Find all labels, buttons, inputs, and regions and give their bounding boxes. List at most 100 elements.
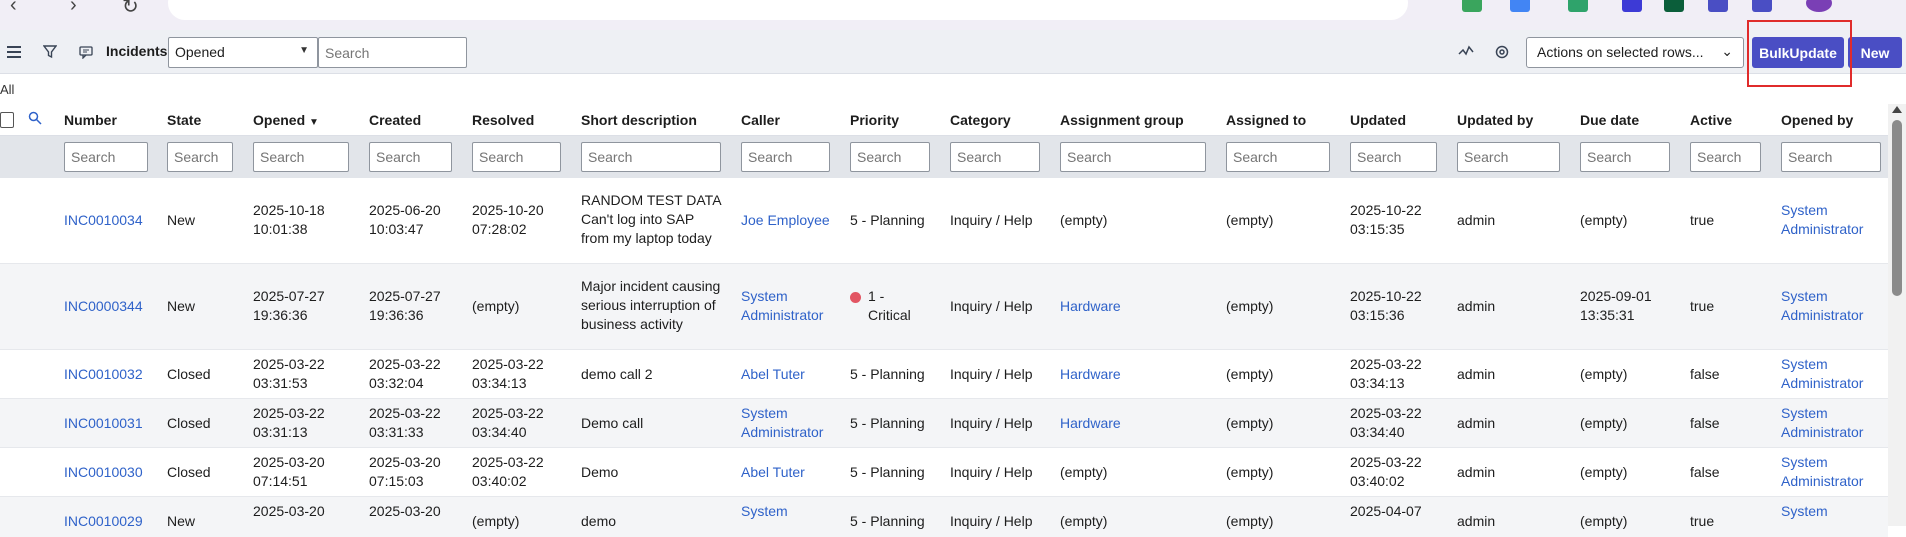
caller-link[interactable]: Abel Tuter <box>741 463 805 482</box>
vertical-scrollbar[interactable] <box>1888 104 1906 526</box>
hamburger-menu-icon[interactable] <box>2 40 26 64</box>
extension-icon[interactable] <box>1568 0 1588 12</box>
table-row[interactable]: INC0000344 New 2025-07-27 19:36:36 2025-… <box>0 264 1888 350</box>
column-header-created[interactable]: Created <box>369 112 421 128</box>
active-search-input[interactable] <box>1690 142 1761 172</box>
forward-icon[interactable]: › <box>70 0 77 17</box>
back-icon[interactable]: ‹ <box>10 0 17 17</box>
settings-gear-icon[interactable] <box>1490 40 1514 64</box>
filter-icon[interactable] <box>38 40 62 64</box>
chat-bubble-icon[interactable] <box>74 40 98 64</box>
due-date-search-input[interactable] <box>1580 142 1670 172</box>
column-header-updated-by[interactable]: Updated by <box>1457 112 1533 128</box>
category-cell: Inquiry / Help <box>950 366 1033 382</box>
assigned-to-search-input[interactable] <box>1226 142 1330 172</box>
active-cell: true <box>1690 298 1715 314</box>
created-search-input[interactable] <box>369 142 452 172</box>
extension-icon[interactable] <box>1752 0 1772 12</box>
priority-cell: 5 - Planning <box>850 464 925 480</box>
extension-icon[interactable] <box>1664 0 1684 12</box>
due-date-cell: (empty) <box>1580 366 1628 382</box>
opened-cell: 2025-07-27 19:36:36 <box>253 288 325 323</box>
assignment-group-cell: (empty) <box>1060 464 1108 480</box>
column-header-opened[interactable]: Opened ▼ <box>253 112 319 128</box>
assignment-group-cell: (empty) <box>1060 513 1108 529</box>
column-header-short-description[interactable]: Short description <box>581 112 697 128</box>
updated-search-input[interactable] <box>1350 142 1437 172</box>
category-search-input[interactable] <box>950 142 1040 172</box>
scrollbar-thumb[interactable] <box>1892 120 1902 296</box>
table-row[interactable]: INC0010034 New 2025-10-18 10:01:38 2025-… <box>0 178 1888 264</box>
opened-by-link[interactable]: System Administrator <box>1781 404 1863 442</box>
table-row[interactable]: INC0010032 Closed 2025-03-22 03:31:53 20… <box>0 350 1888 399</box>
extension-icon[interactable] <box>1622 0 1642 12</box>
assignment-group-search-input[interactable] <box>1060 142 1206 172</box>
new-button[interactable]: New <box>1848 37 1902 68</box>
caller-search-input[interactable] <box>741 142 830 172</box>
short-description-search-input[interactable] <box>581 142 721 172</box>
opened-search-input[interactable] <box>253 142 349 172</box>
incident-number-link[interactable]: INC0010029 <box>64 512 143 531</box>
column-header-state[interactable]: State <box>167 112 201 128</box>
assignment-group-link[interactable]: Hardware <box>1060 414 1121 433</box>
column-header-due-date[interactable]: Due date <box>1580 112 1639 128</box>
caller-link[interactable]: System <box>741 502 788 521</box>
opened-by-link[interactable]: System Administrator <box>1781 355 1863 393</box>
column-header-active[interactable]: Active <box>1690 112 1732 128</box>
search-field-select[interactable]: Opened ▼ <box>168 37 318 68</box>
table-row[interactable]: INC0010029 New 2025-03-20 2025-03-20 (em… <box>0 497 1888 537</box>
profile-avatar-icon[interactable] <box>1806 0 1832 12</box>
priority-search-input[interactable] <box>850 142 930 172</box>
assignment-group-link[interactable]: Hardware <box>1060 365 1121 384</box>
short-description-cell: Demo call <box>581 415 644 431</box>
scroll-up-arrow-icon[interactable] <box>1892 106 1902 113</box>
assigned-to-cell: (empty) <box>1226 415 1274 431</box>
column-header-updated[interactable]: Updated <box>1350 112 1406 128</box>
due-date-cell: (empty) <box>1580 415 1628 431</box>
opened-by-link[interactable]: System Administrator <box>1781 287 1863 325</box>
incident-number-link[interactable]: INC0010030 <box>64 463 143 482</box>
breadcrumb[interactable]: All <box>0 82 14 97</box>
opened-by-link[interactable]: System Administrator <box>1781 201 1863 239</box>
resolved-cell: 2025-03-22 03:34:13 <box>472 356 544 391</box>
column-header-resolved[interactable]: Resolved <box>472 112 534 128</box>
number-search-input[interactable] <box>64 142 148 172</box>
extension-icon[interactable] <box>1462 0 1482 12</box>
sparkline-icon[interactable] <box>1454 40 1478 64</box>
caller-link[interactable]: Joe Employee <box>741 211 830 230</box>
table-row[interactable]: INC0010030 Closed 2025-03-20 07:14:51 20… <box>0 448 1888 497</box>
table-row[interactable]: INC0010031 Closed 2025-03-22 03:31:13 20… <box>0 399 1888 448</box>
assignment-group-link[interactable]: Hardware <box>1060 297 1121 316</box>
extension-icon[interactable] <box>1510 0 1530 12</box>
opened-by-link[interactable]: System <box>1781 502 1828 521</box>
column-header-number[interactable]: Number <box>64 112 117 128</box>
caller-link[interactable]: Abel Tuter <box>741 365 805 384</box>
due-date-cell: 2025-09-01 13:35:31 <box>1580 288 1652 323</box>
opened-by-search-input[interactable] <box>1781 142 1881 172</box>
column-header-priority[interactable]: Priority <box>850 112 899 128</box>
created-cell: 2025-06-20 10:03:47 <box>369 202 441 237</box>
address-bar[interactable] <box>168 0 1408 20</box>
search-columns-icon[interactable] <box>28 111 42 128</box>
reload-icon[interactable]: ↻ <box>122 0 139 19</box>
column-header-assigned-to[interactable]: Assigned to <box>1226 112 1306 128</box>
select-all-checkbox[interactable] <box>0 112 14 128</box>
incident-number-link[interactable]: INC0010034 <box>64 211 143 230</box>
column-header-caller[interactable]: Caller <box>741 112 780 128</box>
caller-link[interactable]: System Administrator <box>741 287 823 325</box>
column-header-assignment-group[interactable]: Assignment group <box>1060 112 1184 128</box>
state-search-input[interactable] <box>167 142 233 172</box>
actions-select[interactable]: Actions on selected rows... ⌄ <box>1526 37 1744 68</box>
extension-icon[interactable] <box>1708 0 1728 12</box>
column-header-opened-by[interactable]: Opened by <box>1781 112 1853 128</box>
opened-by-link[interactable]: System Administrator <box>1781 453 1863 491</box>
updated-by-search-input[interactable] <box>1457 142 1560 172</box>
caller-link[interactable]: System Administrator <box>741 404 823 442</box>
incident-number-link[interactable]: INC0010032 <box>64 365 143 384</box>
column-header-category[interactable]: Category <box>950 112 1011 128</box>
incident-number-link[interactable]: INC0000344 <box>64 297 143 316</box>
list-search-input[interactable] <box>318 37 467 68</box>
incident-number-link[interactable]: INC0010031 <box>64 414 143 433</box>
updated-cell: 2025-10-22 03:15:35 <box>1350 202 1422 237</box>
resolved-search-input[interactable] <box>472 142 561 172</box>
